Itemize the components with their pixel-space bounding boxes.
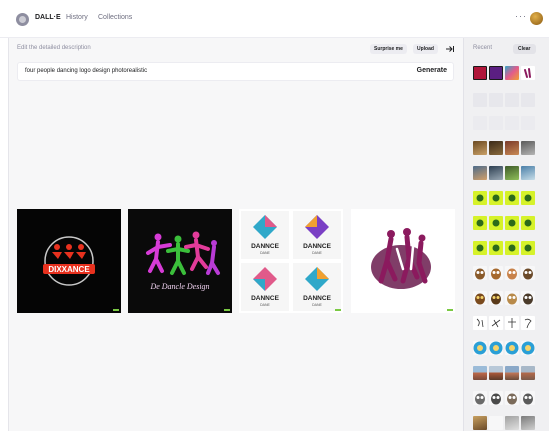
recent-thumb[interactable] [521,116,535,130]
prompt-input[interactable]: four people dancing logo design photorea… [17,62,454,81]
recent-thumb[interactable] [473,341,487,355]
recent-thumb[interactable] [473,191,487,205]
recent-thumb[interactable] [505,416,519,430]
recent-thumb[interactable] [521,191,535,205]
recent-thumb[interactable] [505,116,519,130]
recent-thumb[interactable] [521,216,535,230]
result-3-sub-d: DANE [312,303,322,307]
result-2-text: De Dancle Design [149,282,209,291]
recent-thumb[interactable] [505,291,519,305]
recent-thumb[interactable] [489,291,503,305]
collapse-sidebar-icon[interactable] [445,44,455,54]
recent-thumb[interactable] [505,266,519,280]
recent-thumb[interactable] [473,166,487,180]
recent-thumb[interactable] [473,291,487,305]
recent-thumb[interactable] [521,241,535,255]
recent-thumb[interactable] [521,416,535,430]
recent-label: Recent [473,45,493,51]
recent-thumb[interactable] [489,366,503,380]
recent-thumb[interactable] [473,366,487,380]
recent-thumb[interactable] [521,93,535,107]
recent-thumb[interactable] [521,141,535,155]
recent-thumb[interactable] [473,93,487,107]
nav-history[interactable]: History [66,14,88,21]
recent-thumb[interactable] [505,341,519,355]
avatar[interactable] [530,12,543,25]
recent-thumb[interactable] [505,93,519,107]
recent-thumb[interactable] [489,241,503,255]
generated-mark [113,309,119,311]
recent-thumb[interactable] [505,66,519,80]
recent-thumb[interactable] [473,141,487,155]
result-1-text: DIXXANCE [48,265,90,274]
recent-thumb[interactable] [473,391,487,405]
generated-mark [224,309,230,311]
result-3-text-a: DANNCE [251,243,279,250]
recent-thumb[interactable] [505,216,519,230]
recent-thumb[interactable] [505,191,519,205]
generate-button[interactable]: Generate [417,67,447,74]
recent-thumb[interactable] [521,391,535,405]
recent-thumb[interactable] [505,316,519,330]
result-image-3[interactable]: DANNCE DANNCE DANNCE DANNCE DANE DANE DA… [239,209,343,313]
recent-thumb[interactable] [521,341,535,355]
recent-thumb[interactable] [473,266,487,280]
result-image-1[interactable]: DIXXANCE [17,209,121,313]
recent-thumb[interactable] [489,216,503,230]
brand-title[interactable]: DALL·E [35,14,61,21]
description-label: Edit the detailed description [17,45,91,51]
recent-thumb[interactable] [473,216,487,230]
recent-thumb[interactable] [521,366,535,380]
recent-thumb[interactable] [473,241,487,255]
result-3-sub-c: DANE [260,303,270,307]
result-3-sub-b: DANE [312,251,322,255]
recent-thumb[interactable] [505,141,519,155]
recent-thumb[interactable] [473,116,487,130]
recent-thumb[interactable] [489,191,503,205]
recent-thumb[interactable] [489,141,503,155]
clear-button[interactable]: Clear [513,44,536,54]
recent-thumb[interactable] [489,116,503,130]
recent-thumb[interactable] [489,93,503,107]
recent-thumb[interactable] [489,66,503,80]
result-3-sub-a: DANE [260,251,270,255]
nav-collections[interactable]: Collections [98,14,132,21]
recent-thumb[interactable] [521,266,535,280]
recent-thumb[interactable] [521,316,535,330]
prompt-text[interactable]: four people dancing logo design photorea… [25,68,147,74]
result-image-4[interactable] [351,209,455,313]
recent-thumb[interactable] [489,166,503,180]
recent-thumb[interactable] [505,166,519,180]
recent-thumb[interactable] [521,291,535,305]
openai-logo-icon[interactable] [16,13,29,26]
more-options-icon[interactable]: ··· [515,11,527,21]
recent-thumb[interactable] [489,391,503,405]
generated-mark [447,309,453,311]
recent-thumb[interactable] [489,316,503,330]
recent-thumb[interactable] [505,241,519,255]
recent-thumb[interactable] [521,66,535,80]
recent-thumb[interactable] [489,266,503,280]
surprise-me-button[interactable]: Surprise me [370,44,407,54]
recent-thumb[interactable] [489,416,503,430]
recent-thumb[interactable] [473,316,487,330]
left-border [0,38,9,431]
upload-button[interactable]: Upload [413,44,438,54]
recent-thumb[interactable] [473,66,487,80]
recent-thumb[interactable] [505,391,519,405]
recent-thumb[interactable] [521,166,535,180]
result-image-2[interactable]: De Dancle Design [128,209,232,313]
result-3-text-d: DANNCE [303,295,331,302]
result-3-text-c: DANNCE [251,295,279,302]
recent-thumb[interactable] [473,416,487,430]
recent-thumb[interactable] [505,366,519,380]
top-bar: DALL·E History Collections ··· [0,0,549,38]
result-3-text-b: DANNCE [303,243,331,250]
recent-thumb[interactable] [489,341,503,355]
generated-mark [335,309,341,311]
